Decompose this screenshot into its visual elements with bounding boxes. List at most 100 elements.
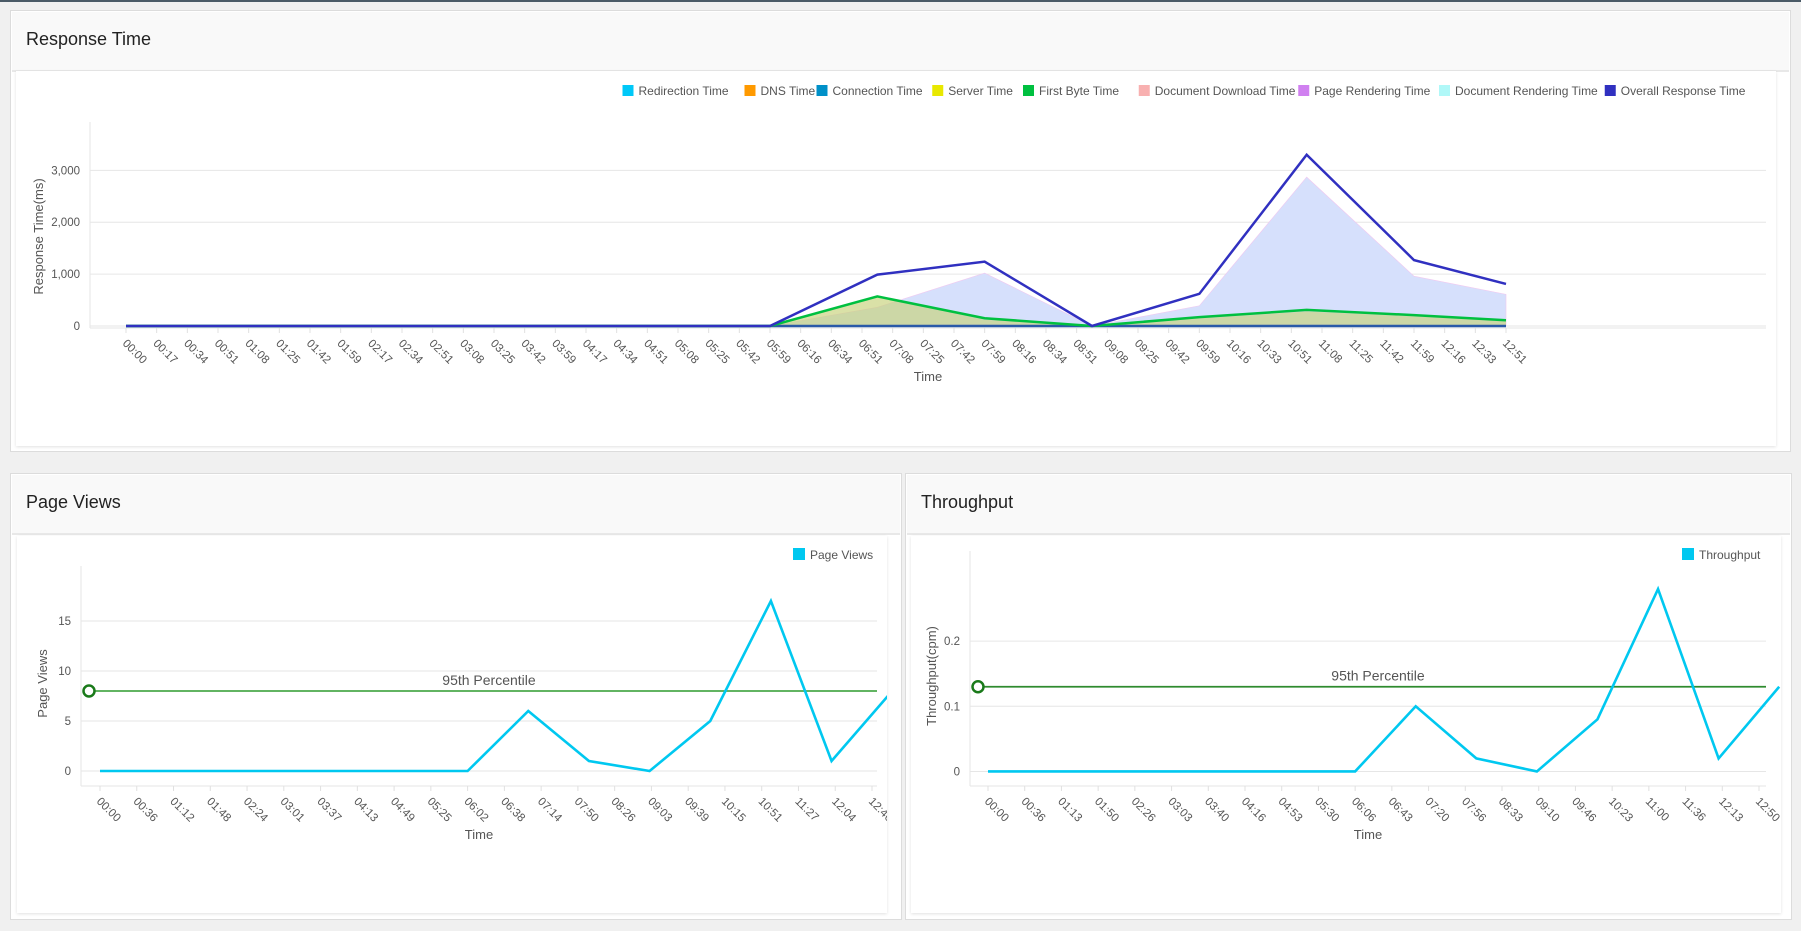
x-tick-label: 12:50 <box>1753 796 1781 825</box>
x-tick-label: 12:33 <box>1469 338 1498 367</box>
x-tick-label: 05:25 <box>703 338 732 367</box>
percentile-marker <box>82 684 96 698</box>
x-tick-label: 09:42 <box>1163 338 1192 367</box>
x-tick-label: 00:36 <box>131 796 160 825</box>
x-tick-label: 08:51 <box>1071 338 1100 367</box>
percentile-label: 95th Percentile <box>442 672 536 688</box>
x-tick-label: 11:42 <box>1377 338 1405 366</box>
x-tick-label: 06:38 <box>498 796 527 825</box>
x-tick-label: 09:08 <box>1101 338 1130 367</box>
legend-swatch <box>1604 85 1616 96</box>
x-tick-label: 09:46 <box>1569 796 1598 825</box>
legend-label: Document Rendering Time <box>1455 84 1598 98</box>
y-tick-label: 2,000 <box>51 217 80 229</box>
x-tick-label: 09:59 <box>1193 338 1222 367</box>
x-axis-title: Time <box>914 369 942 384</box>
y-tick-label: 3,000 <box>51 165 80 177</box>
chart-container: 0 5 10 15 00:00 00:36 01:12 01:48 02:24 03:01 03:3… <box>17 536 895 913</box>
x-tick-label: 03:59 <box>549 338 578 367</box>
x-tick-label: 11:25 <box>1347 338 1375 366</box>
page-views-panel: Page Views 0 5 10 15 00:00 00:36 01:12 01:48 02:… <box>10 473 902 920</box>
legend-swatch <box>1439 85 1450 96</box>
y-tick-label: 5 <box>65 716 71 728</box>
x-tick-label: 03:01 <box>278 796 307 825</box>
legend-label: Server Time <box>948 84 1013 98</box>
x-tick-label: 00:51 <box>212 338 241 367</box>
y-tick-label: 0.1 <box>944 701 960 713</box>
x-tick-label: 11:27 <box>792 796 820 824</box>
legend-swatch <box>816 85 828 96</box>
x-tick-label: 05:08 <box>672 338 701 367</box>
x-tick-label: 12:04 <box>829 796 858 825</box>
x-tick-label: 07:56 <box>1459 796 1488 825</box>
x-tick-label: 02:34 <box>396 338 425 367</box>
x-tick-label: 01:42 <box>304 338 333 367</box>
x-tick-label: 04:16 <box>1239 796 1268 825</box>
legend-label: Redirection Time <box>639 84 729 98</box>
x-tick-label: 01:25 <box>273 338 302 367</box>
legend-swatch <box>1682 548 1694 560</box>
response-time-chart: 0 1,000 2,000 3,000 00:00 00:17 00:34 00:51 01:0… <box>31 84 1766 384</box>
x-tick-label: 03:42 <box>519 338 548 367</box>
x-tick-label: 03:25 <box>488 338 517 367</box>
y-tick-label: 0 <box>954 766 960 778</box>
x-tick-label: 09:25 <box>1132 338 1161 367</box>
x-tick-label: 06:02 <box>461 796 490 825</box>
x-tick-label: 08:16 <box>1009 338 1038 367</box>
x-tick-label: 02:24 <box>241 796 270 825</box>
legend-label: DNS Time <box>761 84 816 98</box>
x-tick-label: 01:13 <box>1055 796 1084 825</box>
x-tick-label: 10:33 <box>1255 338 1284 367</box>
panel-header: Response Time <box>12 12 1789 72</box>
x-tick-label: 02:17 <box>365 338 394 367</box>
x-tick-label: 04:51 <box>641 338 670 367</box>
x-tick-label: 05:30 <box>1312 796 1341 825</box>
panel-title: Page Views <box>26 492 121 512</box>
x-tick-label: 00:00 <box>120 338 149 367</box>
x-tick-label: 10:23 <box>1606 796 1635 825</box>
x-tick-label: 09:39 <box>682 796 711 825</box>
legend-label: Page Views <box>810 548 873 562</box>
x-tick-label: 07:42 <box>948 338 977 367</box>
y-tick-label: 0 <box>74 321 80 333</box>
x-tick-label: 04:13 <box>351 796 380 825</box>
percentile-label: 95th Percentile <box>1331 668 1425 684</box>
legend-swatch <box>1138 85 1150 96</box>
legend-swatch <box>932 85 944 96</box>
x-tick-label: 06:16 <box>795 338 824 367</box>
y-tick-label: 0 <box>65 766 71 778</box>
x-tick-label: 00:00 <box>94 796 123 825</box>
y-tick-label: 1,000 <box>51 269 80 281</box>
x-tick-label: 10:51 <box>1285 338 1314 367</box>
x-tick-label: 07:25 <box>917 338 946 367</box>
x-tick-label: 06:51 <box>856 338 885 367</box>
page-views-chart: 0 5 10 15 00:00 00:36 01:12 01:48 02:24 03:01 03:3… <box>35 548 895 842</box>
legend-swatch <box>622 85 634 96</box>
throughput-chart: 0 0.1 0.2 00:00 00:36 01:13 01:50 02:26 03:03 03:… <box>924 548 1782 842</box>
x-tick-label: 01:08 <box>243 338 272 367</box>
x-tick-label: 09:03 <box>645 796 674 825</box>
x-tick-label: 01:48 <box>204 796 233 825</box>
x-tick-label: 01:50 <box>1092 796 1121 825</box>
legend-label: Overall Response Time <box>1621 84 1746 98</box>
x-tick-label: 00:36 <box>1019 796 1048 825</box>
y-axis-title: Response Time(ms) <box>31 178 46 294</box>
x-tick-label: 04:53 <box>1276 796 1305 825</box>
x-tick-label: 02:51 <box>427 338 456 367</box>
x-tick-label: 00:00 <box>982 796 1011 825</box>
chart-container: 0 1,000 2,000 3,000 00:00 00:17 00:34 00:51 01:0… <box>16 71 1776 446</box>
x-axis-title: Time <box>465 827 493 842</box>
legend-label: First Byte Time <box>1039 84 1119 98</box>
x-tick-label: 02:26 <box>1129 796 1158 825</box>
x-tick-label: 11:59 <box>1408 338 1436 366</box>
x-tick-label: 01:12 <box>167 796 196 825</box>
x-tick-label: 05:25 <box>425 796 454 825</box>
legend-swatch <box>793 548 805 560</box>
x-tick-label: 06:06 <box>1349 796 1378 825</box>
panel-header: Throughput <box>907 475 1790 535</box>
chart-container: 0 0.1 0.2 00:00 00:36 01:13 01:50 02:26 03:03 03:… <box>911 536 1782 913</box>
top-bar <box>0 0 1801 2</box>
x-tick-label: 03:08 <box>457 338 486 367</box>
x-tick-label: 08:26 <box>609 796 638 825</box>
y-axis-title: Page Views <box>35 649 50 718</box>
